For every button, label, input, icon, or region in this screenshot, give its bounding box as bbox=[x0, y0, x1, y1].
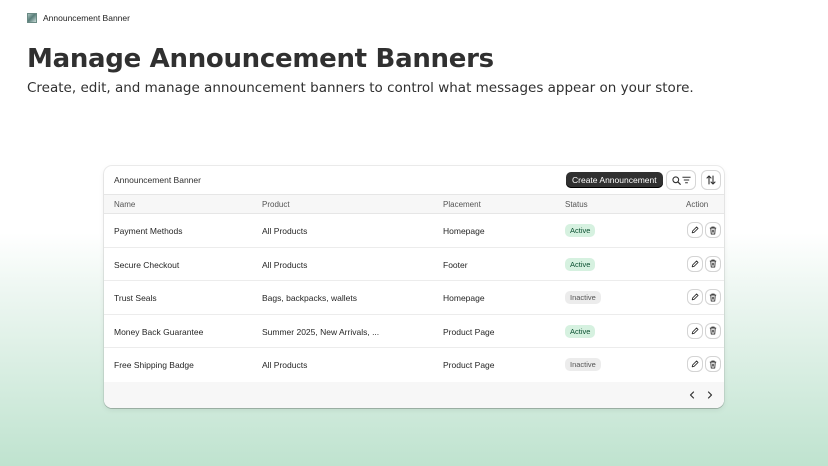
filter-icon bbox=[681, 176, 691, 184]
table-row[interactable]: Money Back Guarantee Summer 2025, New Ar… bbox=[104, 315, 724, 349]
app-header: Announcement Banner bbox=[27, 13, 130, 23]
status-badge: Inactive bbox=[565, 358, 601, 372]
trash-icon bbox=[709, 293, 717, 302]
edit-button[interactable] bbox=[688, 256, 702, 271]
edit-button[interactable] bbox=[688, 223, 702, 237]
page-title: Manage Announcement Banners bbox=[27, 44, 494, 74]
column-header-action: Action bbox=[686, 200, 709, 209]
pencil-icon bbox=[691, 360, 699, 368]
page-subtitle: Create, edit, and manage announcement ba… bbox=[27, 80, 694, 96]
row-name: Free Shipping Badge bbox=[114, 360, 194, 371]
table-row[interactable]: Payment Methods All Products Homepage Ac… bbox=[104, 214, 724, 248]
edit-button[interactable] bbox=[688, 323, 702, 338]
next-page-button[interactable] bbox=[703, 388, 717, 402]
table-row[interactable]: Secure Checkout All Products Footer Acti… bbox=[104, 248, 724, 282]
row-name: Trust Seals bbox=[114, 293, 157, 304]
delete-button[interactable] bbox=[706, 256, 720, 271]
sort-icon bbox=[706, 175, 716, 185]
row-placement: Homepage bbox=[443, 226, 485, 236]
row-name: Secure Checkout bbox=[114, 259, 180, 270]
row-product: All Products bbox=[262, 259, 308, 270]
app-logo-icon bbox=[27, 13, 37, 23]
column-header-status[interactable]: Status bbox=[565, 200, 588, 209]
column-header-product[interactable]: Product bbox=[262, 200, 290, 209]
pencil-icon bbox=[691, 226, 699, 234]
column-header-placement[interactable]: Placement bbox=[443, 200, 481, 209]
announcements-card: Announcement Banner Create Announcement … bbox=[104, 166, 724, 408]
previous-page-button[interactable] bbox=[685, 388, 699, 402]
chevron-left-icon bbox=[689, 391, 695, 399]
search-icon bbox=[671, 175, 681, 185]
row-placement: Product Page bbox=[443, 360, 495, 371]
delete-button[interactable] bbox=[706, 323, 720, 338]
table-body: Payment Methods All Products Homepage Ac… bbox=[104, 214, 724, 382]
row-product: All Products bbox=[262, 360, 308, 371]
delete-button[interactable] bbox=[706, 290, 720, 305]
row-placement: Footer bbox=[443, 259, 468, 270]
delete-button[interactable] bbox=[706, 223, 720, 237]
create-announcement-button[interactable]: Create Announcement bbox=[566, 172, 663, 188]
card-header: Announcement Banner Create Announcement bbox=[104, 166, 724, 194]
edit-button[interactable] bbox=[688, 357, 702, 372]
trash-icon bbox=[709, 226, 717, 235]
table-header: Name Product Placement Status Action bbox=[104, 194, 724, 214]
row-name: Payment Methods bbox=[114, 226, 183, 236]
table-row[interactable]: Trust Seals Bags, backpacks, wallets Hom… bbox=[104, 281, 724, 315]
status-badge: Active bbox=[565, 257, 596, 271]
row-placement: Homepage bbox=[443, 293, 485, 304]
pencil-icon bbox=[691, 293, 699, 301]
edit-button[interactable] bbox=[688, 290, 702, 305]
row-placement: Product Page bbox=[443, 326, 495, 337]
row-product: Bags, backpacks, wallets bbox=[262, 293, 357, 304]
status-badge: Active bbox=[565, 224, 596, 237]
table-row[interactable]: Free Shipping Badge All Products Product… bbox=[104, 348, 724, 382]
row-product: All Products bbox=[262, 226, 308, 236]
pencil-icon bbox=[691, 260, 699, 268]
delete-button[interactable] bbox=[706, 357, 720, 372]
sort-button[interactable] bbox=[702, 171, 720, 189]
search-filter-button[interactable] bbox=[667, 171, 695, 189]
card-title: Announcement Banner bbox=[114, 175, 201, 185]
status-badge: Active bbox=[565, 324, 596, 338]
pencil-icon bbox=[691, 327, 699, 335]
app-name: Announcement Banner bbox=[43, 13, 130, 23]
column-header-name[interactable]: Name bbox=[114, 200, 135, 209]
trash-icon bbox=[709, 259, 717, 268]
status-badge: Inactive bbox=[565, 291, 601, 305]
row-name: Money Back Guarantee bbox=[114, 326, 204, 337]
pagination-bar bbox=[104, 382, 724, 408]
chevron-right-icon bbox=[707, 391, 713, 399]
row-product: Summer 2025, New Arrivals, ... bbox=[262, 326, 380, 337]
trash-icon bbox=[709, 360, 717, 369]
trash-icon bbox=[709, 326, 717, 335]
